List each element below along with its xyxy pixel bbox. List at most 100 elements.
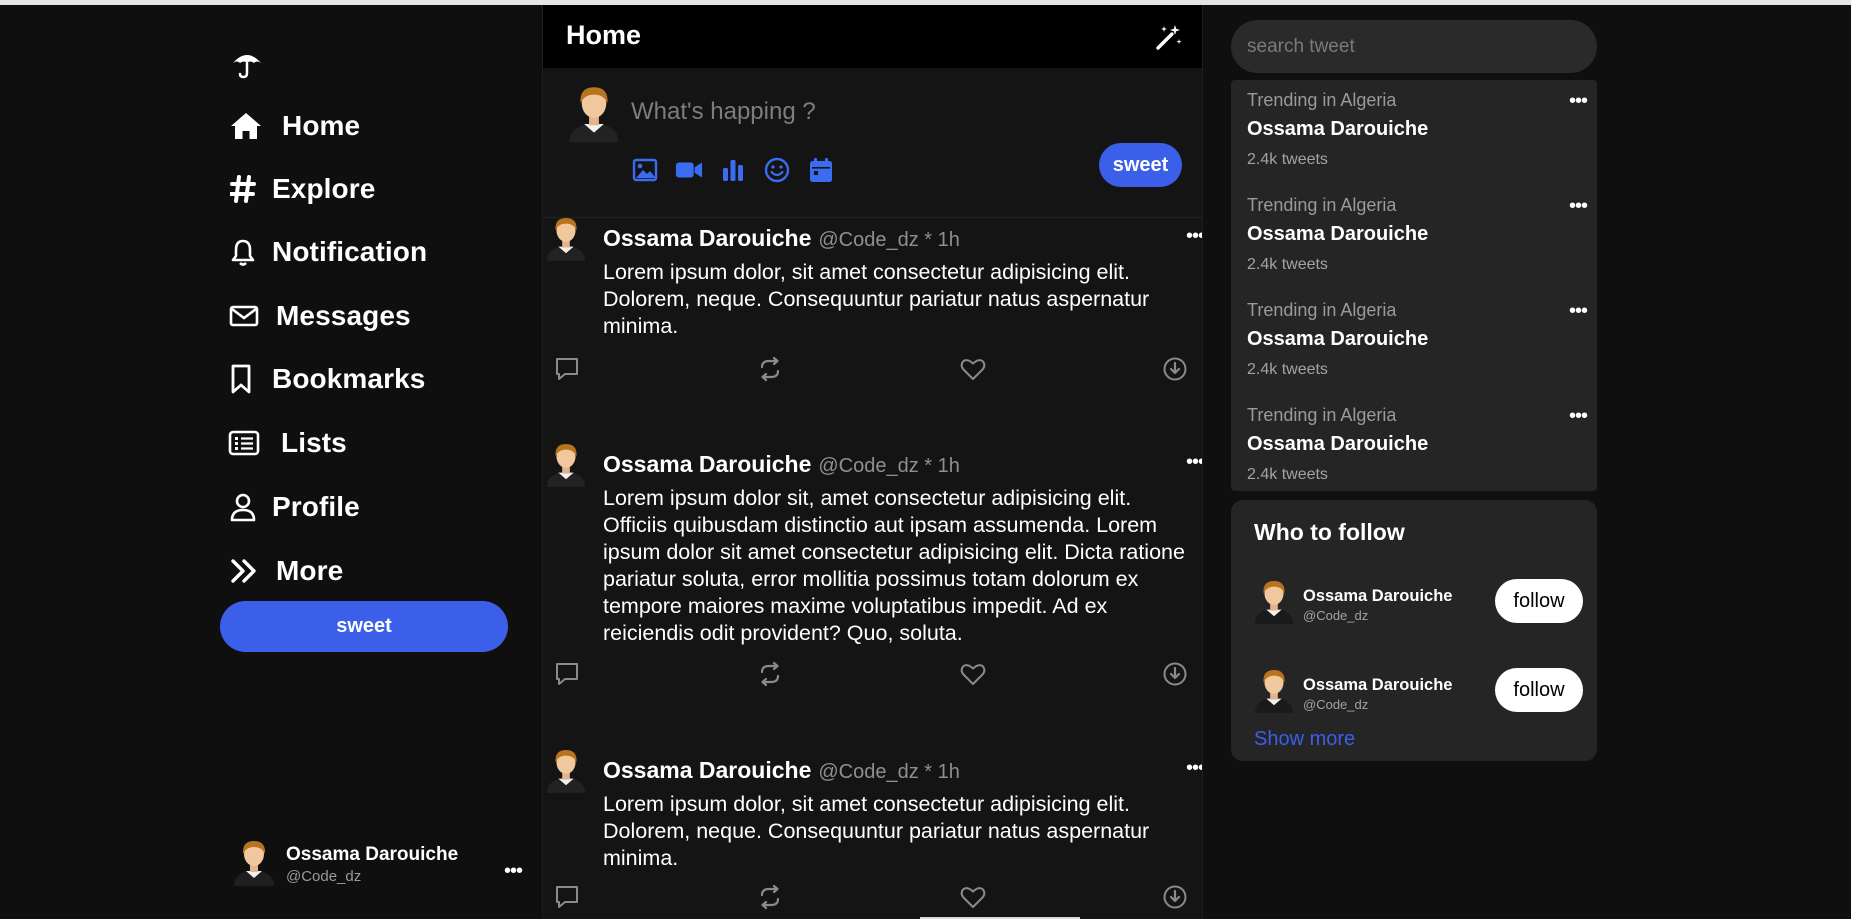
tweet-meta: @Code_dz * 1h bbox=[818, 229, 960, 251]
tweet-more-icon[interactable]: ••• bbox=[1186, 225, 1202, 248]
sidebar-item-label: More bbox=[276, 555, 344, 586]
tweet-actions bbox=[553, 883, 1193, 911]
trend-context: Trending in Algeria bbox=[1247, 90, 1397, 110]
tweet-header: Ossama Darouiche @Code_dz * 1h bbox=[603, 451, 960, 478]
trend-title: Ossama Darouiche bbox=[1247, 328, 1429, 350]
follow-button[interactable]: follow bbox=[1495, 668, 1583, 712]
tweet-author-name[interactable]: Ossama Darouiche bbox=[603, 451, 811, 478]
follow-user-name[interactable]: Ossama Darouiche bbox=[1303, 587, 1452, 606]
trend-item[interactable]: Trending in Algeria Ossama Darouiche 2.4… bbox=[1247, 195, 1588, 295]
video-icon[interactable] bbox=[675, 156, 703, 184]
tweet-composer: sweet bbox=[543, 68, 1202, 218]
avatar bbox=[1253, 577, 1295, 630]
sidebar-item-home[interactable]: Home bbox=[228, 101, 360, 151]
sidebar-item-bookmarks[interactable]: Bookmarks bbox=[228, 354, 425, 404]
trend-count: 2.4k tweets bbox=[1247, 151, 1328, 168]
who-to-follow-panel: Who to follow Ossama Darouiche @Code_dz … bbox=[1231, 500, 1597, 761]
tweet-text: Lorem ipsum dolor sit, amet consectetur … bbox=[603, 486, 1185, 645]
sidebar-item-explore[interactable]: Explore bbox=[228, 164, 375, 214]
comment-icon[interactable] bbox=[553, 660, 581, 688]
account-more-icon[interactable]: ••• bbox=[504, 860, 523, 883]
left-sidebar: Home Explore Notification Messages Bookm bbox=[0, 5, 540, 919]
sidebar-item-label: Lists bbox=[281, 427, 347, 458]
follow-user-handle: @Code_dz bbox=[1303, 608, 1369, 623]
tweet-more-icon[interactable]: ••• bbox=[1186, 451, 1202, 474]
tweet-actions bbox=[553, 660, 1193, 688]
umbrella-icon[interactable] bbox=[230, 46, 264, 80]
avatar bbox=[567, 82, 621, 149]
tweet-author-name[interactable]: Ossama Darouiche bbox=[603, 757, 811, 784]
account-handle: @Code_dz bbox=[286, 867, 362, 885]
image-icon[interactable] bbox=[631, 156, 659, 184]
sidebar-item-label: Profile bbox=[272, 491, 360, 522]
sidebar-item-label: Home bbox=[282, 110, 361, 141]
tweet-card[interactable]: Ossama Darouiche @Code_dz * 1h ••• Lorem… bbox=[543, 215, 1202, 415]
trend-more-icon[interactable]: ••• bbox=[1569, 405, 1588, 428]
search-input[interactable] bbox=[1231, 20, 1597, 73]
follow-suggestion: Ossama Darouiche @Code_dz follow bbox=[1253, 666, 1583, 718]
who-to-follow-title: Who to follow bbox=[1254, 519, 1405, 545]
trend-title: Ossama Darouiche bbox=[1247, 118, 1429, 140]
follow-user-info: Ossama Darouiche @Code_dz bbox=[1303, 676, 1452, 712]
tweet-more-icon[interactable]: ••• bbox=[1186, 757, 1202, 780]
follow-user-name[interactable]: Ossama Darouiche bbox=[1303, 676, 1452, 695]
tweet-header: Ossama Darouiche @Code_dz * 1h bbox=[603, 757, 960, 784]
trend-more-icon[interactable]: ••• bbox=[1569, 195, 1588, 218]
tweet-header: Ossama Darouiche @Code_dz * 1h bbox=[603, 225, 960, 252]
download-icon[interactable] bbox=[1161, 660, 1189, 688]
retweet-icon[interactable] bbox=[756, 883, 784, 911]
trend-title: Ossama Darouiche bbox=[1247, 223, 1429, 245]
chevrons-right-icon bbox=[228, 553, 260, 589]
trend-count: 2.4k tweets bbox=[1247, 361, 1328, 378]
trend-item[interactable]: Trending in Algeria Ossama Darouiche 2.4… bbox=[1247, 405, 1588, 505]
feed-header: Home bbox=[543, 5, 1202, 68]
sidebar-item-lists[interactable]: Lists bbox=[228, 418, 347, 468]
avatar bbox=[545, 441, 587, 492]
tweet-card[interactable]: Ossama Darouiche @Code_dz * 1h ••• Lorem… bbox=[543, 747, 1202, 919]
poll-icon[interactable] bbox=[719, 156, 747, 184]
follow-user-info: Ossama Darouiche @Code_dz bbox=[1303, 587, 1452, 623]
account-switcher[interactable]: Ossama Darouiche @Code_dz bbox=[232, 839, 532, 889]
calendar-icon[interactable] bbox=[807, 156, 835, 184]
sidebar-item-profile[interactable]: Profile bbox=[228, 482, 360, 532]
sweet-button[interactable]: sweet bbox=[220, 601, 508, 652]
show-more-link[interactable]: Show more bbox=[1254, 728, 1355, 751]
retweet-icon[interactable] bbox=[756, 355, 784, 383]
sidebar-item-messages[interactable]: Messages bbox=[228, 291, 411, 341]
sidebar-item-label: Notification bbox=[272, 236, 428, 267]
compose-input[interactable] bbox=[631, 94, 1091, 130]
download-icon[interactable] bbox=[1161, 883, 1189, 911]
download-icon[interactable] bbox=[1161, 355, 1189, 383]
magic-wand-icon[interactable] bbox=[1154, 22, 1184, 52]
sidebar-item-notification[interactable]: Notification bbox=[228, 227, 427, 277]
trend-count: 2.4k tweets bbox=[1247, 256, 1328, 273]
emoji-icon[interactable] bbox=[763, 156, 791, 184]
avatar bbox=[545, 215, 587, 266]
trend-context: Trending in Algeria bbox=[1247, 300, 1397, 320]
tweet-author-name[interactable]: Ossama Darouiche bbox=[603, 225, 811, 252]
trend-item[interactable]: Trending in Algeria Ossama Darouiche 2.4… bbox=[1247, 300, 1588, 400]
trend-more-icon[interactable]: ••• bbox=[1569, 300, 1588, 323]
follow-button[interactable]: follow bbox=[1495, 579, 1583, 623]
heart-icon[interactable] bbox=[959, 660, 987, 688]
retweet-icon[interactable] bbox=[756, 660, 784, 688]
heart-icon[interactable] bbox=[959, 355, 987, 383]
hash-icon bbox=[228, 171, 258, 207]
tweet-card[interactable]: Ossama Darouiche @Code_dz * 1h ••• Lorem… bbox=[543, 441, 1202, 721]
sweet-submit-button[interactable]: sweet bbox=[1099, 143, 1182, 187]
trend-more-icon[interactable]: ••• bbox=[1569, 90, 1588, 113]
trend-context: Trending in Algeria bbox=[1247, 405, 1397, 425]
sidebar-item-more[interactable]: More bbox=[228, 546, 343, 596]
list-icon bbox=[228, 425, 260, 461]
trend-item[interactable]: Trending in Algeria Ossama Darouiche 2.4… bbox=[1247, 90, 1588, 190]
heart-icon[interactable] bbox=[959, 883, 987, 911]
follow-user-handle: @Code_dz bbox=[1303, 697, 1369, 712]
trends-panel: Trending in Algeria Ossama Darouiche 2.4… bbox=[1231, 80, 1597, 491]
comment-icon[interactable] bbox=[553, 883, 581, 911]
composer-toolbar bbox=[631, 156, 835, 184]
comment-icon[interactable] bbox=[553, 355, 581, 383]
tweet-meta: @Code_dz * 1h bbox=[818, 455, 960, 477]
bell-icon bbox=[228, 234, 258, 270]
account-name: Ossama Darouiche bbox=[286, 843, 459, 865]
app-page: Home Explore Notification Messages Bookm bbox=[0, 5, 1851, 919]
